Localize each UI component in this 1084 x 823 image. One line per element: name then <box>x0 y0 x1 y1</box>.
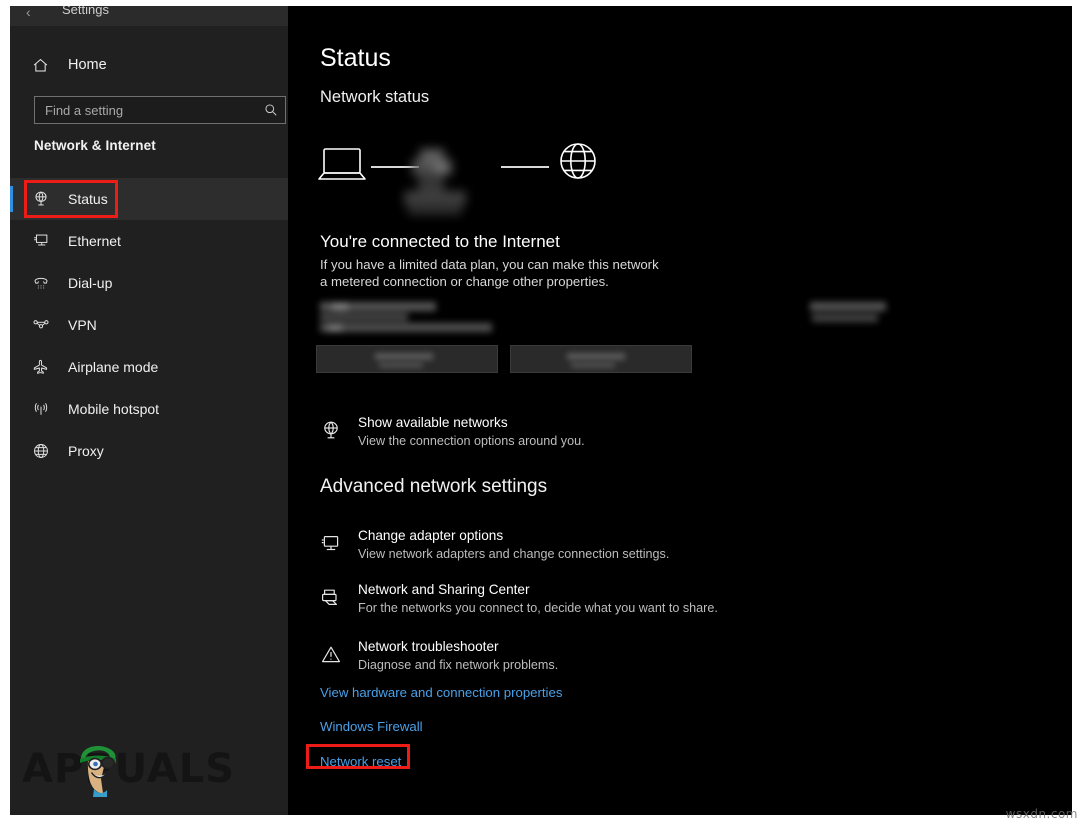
network-diagram <box>316 131 606 226</box>
appuals-mascot-icon <box>74 741 122 797</box>
search-box[interactable] <box>34 96 286 124</box>
sidebar-item-proxy-label: Proxy <box>68 443 104 459</box>
sidebar-item-status-label: Status <box>68 191 108 207</box>
diagram-link-right <box>501 166 549 168</box>
link-windows-firewall[interactable]: Windows Firewall <box>320 719 423 734</box>
connected-title: You're connected to the Internet <box>320 232 560 252</box>
mobile-hotspot-icon <box>28 396 54 422</box>
link-network-reset[interactable]: Network reset <box>320 754 401 769</box>
monitor-adapter-icon <box>316 529 346 559</box>
link-view-hardware-and-connection-properties[interactable]: View hardware and connection properties <box>320 685 562 700</box>
sidebar-item-ethernet-label: Ethernet <box>68 233 121 249</box>
option-network-and-sharing-center[interactable]: Network and Sharing Center For the netwo… <box>316 581 836 617</box>
source-watermark: wsxdn.com <box>1006 807 1078 821</box>
main-content: Status Network status <box>288 6 1072 815</box>
option-change-adapter-options[interactable]: Change adapter options View network adap… <box>316 527 836 563</box>
sidebar-item-status[interactable]: Status <box>10 178 288 220</box>
option-title: Network and Sharing Center <box>358 581 718 599</box>
option-network-troubleshooter[interactable]: Network troubleshooter Diagnose and fix … <box>316 638 836 674</box>
available-networks-icon <box>316 416 346 446</box>
sidebar-item-dialup[interactable]: Dial-up <box>10 262 288 304</box>
laptop-icon <box>316 143 368 194</box>
redacted-network-node <box>404 145 502 225</box>
sidebar: Home Network & Internet <box>10 26 288 815</box>
titlebar: ‹ Settings <box>10 6 288 26</box>
appuals-watermark: APPUALS <box>22 741 274 797</box>
search-input[interactable] <box>35 103 257 118</box>
sidebar-item-home-label: Home <box>68 57 107 73</box>
redacted-network-name <box>320 302 520 334</box>
home-icon <box>28 53 52 77</box>
back-arrow-icon[interactable]: ‹ <box>26 6 31 22</box>
sidebar-item-vpn-label: VPN <box>68 317 97 333</box>
vpn-icon <box>28 312 54 338</box>
network-status-icon <box>28 186 54 212</box>
sharing-center-icon <box>316 583 346 613</box>
screenshot-root: ‹ Settings Home <box>0 0 1084 823</box>
redacted-button-left[interactable] <box>316 345 498 373</box>
sidebar-item-ethernet[interactable]: Ethernet <box>10 220 288 262</box>
sidebar-item-vpn[interactable]: VPN <box>10 304 288 346</box>
advanced-network-settings-heading: Advanced network settings <box>320 476 547 498</box>
option-subtitle: View the connection options around you. <box>358 433 585 450</box>
search-icon[interactable] <box>257 97 285 123</box>
sidebar-item-airplane-mode[interactable]: Airplane mode <box>10 346 288 388</box>
redacted-data-usage <box>810 302 890 326</box>
sidebar-nav-list: Status Ethernet <box>10 178 288 472</box>
sidebar-item-mobile-hotspot[interactable]: Mobile hotspot <box>10 388 288 430</box>
option-subtitle: View network adapters and change connect… <box>358 546 669 563</box>
ethernet-icon <box>28 228 54 254</box>
option-show-available-networks[interactable]: Show available networks View the connect… <box>316 414 836 450</box>
warning-triangle-icon <box>316 640 346 670</box>
globe-icon <box>556 139 600 188</box>
page-title: Status <box>320 44 391 73</box>
sidebar-item-home[interactable]: Home <box>10 46 288 84</box>
redacted-button-right[interactable] <box>510 345 692 373</box>
window-title: Settings <box>62 6 109 20</box>
option-title: Show available networks <box>358 414 585 432</box>
sidebar-item-airplane-mode-label: Airplane mode <box>68 359 158 375</box>
dialup-icon <box>28 270 54 296</box>
settings-window: ‹ Settings Home <box>10 6 1072 815</box>
option-subtitle: For the networks you connect to, decide … <box>358 600 718 617</box>
sidebar-item-mobile-hotspot-label: Mobile hotspot <box>68 401 159 417</box>
sidebar-item-dialup-label: Dial-up <box>68 275 112 291</box>
connected-description: If you have a limited data plan, you can… <box>320 256 665 290</box>
option-title: Change adapter options <box>358 527 669 545</box>
sidebar-group-heading: Network & Internet <box>34 138 156 153</box>
option-subtitle: Diagnose and fix network problems. <box>358 657 558 674</box>
sidebar-item-proxy[interactable]: Proxy <box>10 430 288 472</box>
proxy-globe-icon <box>28 438 54 464</box>
appuals-watermark-text: APPUALS <box>22 749 235 789</box>
airplane-icon <box>28 354 54 380</box>
option-title: Network troubleshooter <box>358 638 558 656</box>
network-status-heading: Network status <box>320 88 429 107</box>
